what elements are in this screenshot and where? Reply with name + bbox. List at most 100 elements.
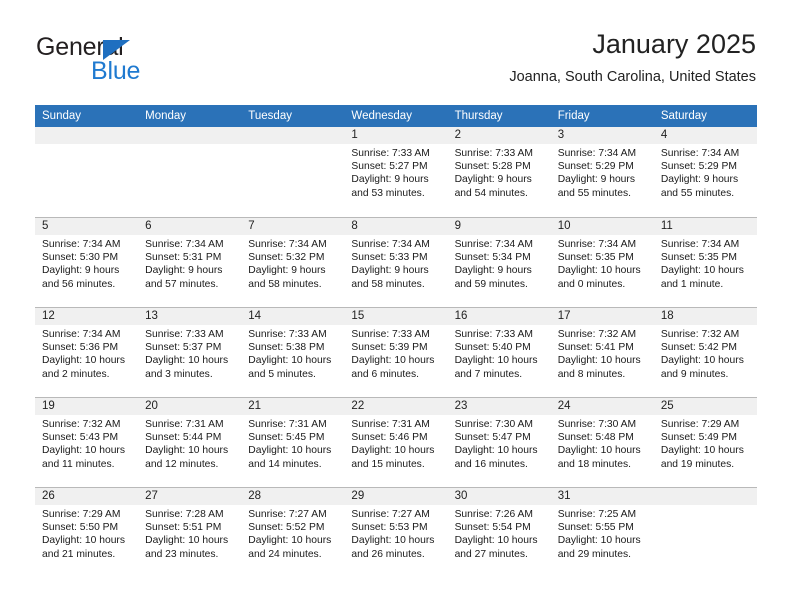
daylight-text-line1: Daylight: 10 hours	[454, 355, 538, 367]
sunrise-text: Sunrise: 7:26 AM	[454, 509, 533, 520]
daylight-text-line2: and 59 minutes.	[454, 278, 528, 290]
calendar-day-cell[interactable]: 25 Sunrise: 7:29 AM Sunset: 5:49 PM Dayligh…	[653, 398, 757, 487]
calendar-day-cell[interactable]: 18 Sunrise: 7:32 AM Sunset: 5:42 PM Dayligh…	[653, 308, 757, 397]
calendar-day-cell[interactable]: 24 Sunrise: 7:30 AM Sunset: 5:48 PM Dayligh…	[550, 398, 654, 487]
day-details: Sunrise: 7:30 AM Sunset: 5:47 PM Daylight:…	[448, 415, 551, 471]
day-details: Sunrise: 7:31 AM Sunset: 5:44 PM Daylight:…	[138, 415, 241, 471]
daylight-text-line1: Daylight: 10 hours	[145, 445, 229, 457]
day-number: 3	[550, 127, 654, 144]
daylight-text-line1: Daylight: 9 hours	[454, 265, 532, 277]
sunset-text: Sunset: 5:28 PM	[454, 161, 531, 173]
sunrise-text: Sunrise: 7:31 AM	[145, 419, 224, 430]
calendar-day-cell[interactable]: 5 Sunrise: 7:34 AM Sunset: 5:30 PM Daylight…	[35, 218, 139, 307]
calendar-day-cell[interactable]: 9 Sunrise: 7:34 AM Sunset: 5:34 PM Daylight…	[447, 218, 551, 307]
sunrise-text: Sunrise: 7:33 AM	[351, 329, 430, 340]
weekday-header-thursday: Thursday	[454, 110, 503, 122]
calendar-day-cell[interactable]: 11 Sunrise: 7:34 AM Sunset: 5:35 PM Dayligh…	[653, 218, 757, 307]
day-details: Sunrise: 7:34 AM Sunset: 5:34 PM Daylight:…	[448, 235, 551, 291]
daylight-text-line1: Daylight: 10 hours	[248, 535, 332, 547]
sunset-text: Sunset: 5:40 PM	[454, 342, 531, 354]
calendar-day-cell[interactable]: 21 Sunrise: 7:31 AM Sunset: 5:45 PM Dayligh…	[241, 398, 345, 487]
day-number: 6	[138, 218, 242, 235]
calendar-day-cell[interactable]: 20 Sunrise: 7:31 AM Sunset: 5:44 PM Dayligh…	[138, 398, 242, 487]
calendar-day-cell[interactable]: 13 Sunrise: 7:33 AM Sunset: 5:37 PM Dayligh…	[138, 308, 242, 397]
calendar-day-cell[interactable]: 30 Sunrise: 7:26 AM Sunset: 5:54 PM Dayligh…	[447, 488, 551, 577]
sunrise-text: Sunrise: 7:25 AM	[557, 509, 637, 520]
calendar-day-cell[interactable]: 17 Sunrise: 7:32 AM Sunset: 5:41 PM Dayligh…	[550, 308, 654, 397]
calendar-day-cell[interactable]: 31 Sunrise: 7:25 AM Sunset: 5:55 PM Dayligh…	[550, 488, 654, 577]
daylight-text-line2: and 15 minutes.	[351, 458, 425, 470]
day-number: 26	[35, 488, 139, 505]
day-number: 4	[653, 127, 757, 144]
sunset-text: Sunset: 5:52 PM	[248, 522, 325, 534]
daylight-text-line2: and 14 minutes.	[248, 458, 322, 470]
sunrise-text: Sunrise: 7:34 AM	[42, 329, 121, 340]
calendar-day-cell[interactable]: 8 Sunrise: 7:34 AM Sunset: 5:33 PM Daylight…	[344, 218, 448, 307]
calendar-cell-empty	[653, 488, 757, 577]
sunrise-text: Sunrise: 7:28 AM	[145, 509, 224, 520]
daylight-text-line2: and 12 minutes.	[145, 458, 219, 470]
sunrise-text: Sunrise: 7:34 AM	[248, 239, 327, 250]
calendar-week-row: 1 Sunrise: 7:33 AM Sunset: 5:27 PM Daylight…	[35, 127, 757, 217]
calendar-day-cell[interactable]: 7 Sunrise: 7:34 AM Sunset: 5:32 PM Daylight…	[241, 218, 345, 307]
calendar-day-cell[interactable]: 15 Sunrise: 7:33 AM Sunset: 5:39 PM Dayligh…	[344, 308, 448, 397]
sunset-text: Sunset: 5:51 PM	[145, 522, 222, 534]
day-details: Sunrise: 7:32 AM Sunset: 5:41 PM Daylight:…	[551, 325, 654, 381]
sunrise-text: Sunrise: 7:31 AM	[351, 419, 430, 430]
day-number: 25	[653, 398, 757, 415]
calendar-day-cell[interactable]: 4 Sunrise: 7:34 AM Sunset: 5:29 PM Daylight…	[653, 127, 757, 217]
calendar-day-cell[interactable]: 28 Sunrise: 7:27 AM Sunset: 5:52 PM Dayligh…	[241, 488, 345, 577]
day-details: Sunrise: 7:33 AM Sunset: 5:40 PM Daylight:…	[448, 325, 551, 381]
daylight-text-line1: Daylight: 10 hours	[454, 445, 538, 457]
calendar-day-cell[interactable]: 10 Sunrise: 7:34 AM Sunset: 5:35 PM Dayligh…	[550, 218, 654, 307]
calendar-day-cell[interactable]: 29 Sunrise: 7:27 AM Sunset: 5:53 PM Dayligh…	[344, 488, 448, 577]
calendar-day-cell[interactable]: 22 Sunrise: 7:31 AM Sunset: 5:46 PM Dayligh…	[344, 398, 448, 487]
calendar-day-cell[interactable]: 16 Sunrise: 7:33 AM Sunset: 5:40 PM Dayligh…	[447, 308, 551, 397]
calendar-day-cell[interactable]: 19 Sunrise: 7:32 AM Sunset: 5:43 PM Dayligh…	[35, 398, 139, 487]
daylight-text-line2: and 55 minutes.	[660, 187, 735, 199]
day-number: 1	[344, 127, 448, 144]
calendar-day-cell[interactable]: 1 Sunrise: 7:33 AM Sunset: 5:27 PM Daylight…	[344, 127, 448, 217]
sunrise-text: Sunrise: 7:29 AM	[42, 509, 121, 520]
daylight-text-line2: and 27 minutes.	[454, 548, 528, 560]
calendar-day-cell[interactable]: 27 Sunrise: 7:28 AM Sunset: 5:51 PM Dayligh…	[138, 488, 242, 577]
daylight-text-line1: Daylight: 9 hours	[42, 265, 120, 277]
calendar-day-cell[interactable]: 3 Sunrise: 7:34 AM Sunset: 5:29 PM Daylight…	[550, 127, 654, 217]
daylight-text-line2: and 1 minute.	[660, 278, 724, 290]
daylight-text-line1: Daylight: 10 hours	[145, 355, 229, 367]
calendar-day-cell[interactable]: 23 Sunrise: 7:30 AM Sunset: 5:47 PM Dayligh…	[447, 398, 551, 487]
weekday-header-wednesday: Wednesday	[351, 110, 412, 122]
calendar-day-cell[interactable]: 6 Sunrise: 7:34 AM Sunset: 5:31 PM Daylight…	[138, 218, 242, 307]
day-number: 10	[550, 218, 654, 235]
page-header: General Blue January 2025 Joanna, South …	[0, 0, 792, 100]
day-number: 22	[344, 398, 448, 415]
day-number: 23	[447, 398, 551, 415]
day-details: Sunrise: 7:33 AM Sunset: 5:28 PM Daylight:…	[448, 144, 551, 200]
day-number: 8	[344, 218, 448, 235]
sunrise-text: Sunrise: 7:27 AM	[248, 509, 327, 520]
calendar-day-cell[interactable]: 14 Sunrise: 7:33 AM Sunset: 5:38 PM Dayligh…	[241, 308, 345, 397]
calendar-grid: Sunday Monday Tuesday Wednesday Thursday…	[35, 105, 757, 577]
weekday-header-row: Sunday Monday Tuesday Wednesday Thursday…	[35, 105, 757, 127]
sunrise-text: Sunrise: 7:34 AM	[660, 239, 740, 250]
sunset-text: Sunset: 5:38 PM	[248, 342, 325, 354]
day-details: Sunrise: 7:34 AM Sunset: 5:36 PM Daylight:…	[35, 325, 138, 381]
daylight-text-line2: and 19 minutes.	[660, 458, 735, 470]
calendar-cell-empty	[35, 127, 139, 217]
calendar-day-cell[interactable]: 26 Sunrise: 7:29 AM Sunset: 5:50 PM Dayligh…	[35, 488, 139, 577]
sunrise-text: Sunrise: 7:34 AM	[557, 239, 637, 250]
general-blue-logo[interactable]: General Blue	[36, 33, 266, 89]
sunset-text: Sunset: 5:41 PM	[557, 342, 634, 354]
calendar-week-row: 5 Sunrise: 7:34 AM Sunset: 5:30 PM Daylight…	[35, 217, 757, 307]
day-details: Sunrise: 7:33 AM Sunset: 5:39 PM Daylight:…	[344, 325, 447, 381]
daylight-text-line1: Daylight: 10 hours	[42, 445, 125, 457]
day-details: Sunrise: 7:25 AM Sunset: 5:55 PM Daylight:…	[551, 505, 654, 561]
day-number: 27	[138, 488, 242, 505]
calendar-cell-empty	[138, 127, 242, 217]
sunset-text: Sunset: 5:45 PM	[248, 432, 325, 444]
calendar-week-row: 19 Sunrise: 7:32 AM Sunset: 5:43 PM Dayligh…	[35, 397, 757, 487]
calendar-day-cell[interactable]: 2 Sunrise: 7:33 AM Sunset: 5:28 PM Daylight…	[447, 127, 551, 217]
daylight-text-line2: and 7 minutes.	[454, 368, 523, 380]
sunset-text: Sunset: 5:35 PM	[557, 252, 634, 264]
calendar-day-cell[interactable]: 12 Sunrise: 7:34 AM Sunset: 5:36 PM Dayligh…	[35, 308, 139, 397]
